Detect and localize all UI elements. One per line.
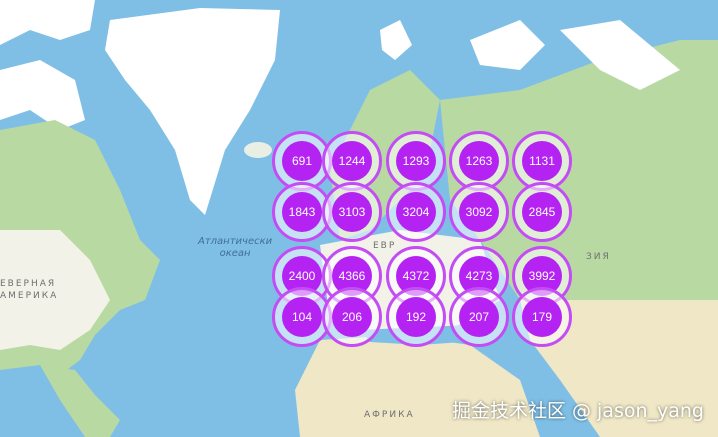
cluster-count: 3204 <box>396 192 436 232</box>
cluster-marker[interactable]: 3103 <box>322 182 382 242</box>
ocean-label-line-2: океан <box>219 248 251 259</box>
region-label-north-america-line-1: ЕВЕРНАЯ <box>0 279 57 289</box>
cluster-marker[interactable]: 2845 <box>512 182 572 242</box>
cluster-marker[interactable]: 179 <box>512 287 572 347</box>
cluster-count: 192 <box>396 297 436 337</box>
region-label-africa: АФРИКА <box>364 410 415 420</box>
region-label-europe: ЕВР <box>373 241 397 251</box>
cluster-count: 207 <box>459 297 499 337</box>
ocean-label-line-1: Атлантически <box>198 236 273 247</box>
cluster-marker[interactable]: 192 <box>386 287 446 347</box>
region-label-north-america: ЕВЕРНАЯ АМЕРИКА <box>0 278 58 302</box>
ocean-label: Атлантически океан <box>198 236 272 260</box>
cluster-count: 2845 <box>522 192 562 232</box>
cluster-marker[interactable]: 207 <box>449 287 509 347</box>
cluster-count: 3103 <box>332 192 372 232</box>
cluster-count: 1131 <box>522 141 562 181</box>
cluster-count: 1244 <box>332 141 372 181</box>
cluster-count: 104 <box>282 297 322 337</box>
cluster-count: 691 <box>282 141 322 181</box>
watermark: 掘金技术社区 @ jason_yang <box>451 400 704 422</box>
region-label-north-america-line-2: АМЕРИКА <box>0 291 59 301</box>
cluster-count: 179 <box>522 297 562 337</box>
cluster-marker[interactable]: 206 <box>322 287 382 347</box>
region-label-asia: ЗИЯ <box>586 252 611 262</box>
cluster-count: 3092 <box>459 192 499 232</box>
cluster-count: 206 <box>332 297 372 337</box>
cluster-count: 1293 <box>396 141 436 181</box>
cluster-count: 1263 <box>459 141 499 181</box>
cluster-marker[interactable]: 3092 <box>449 182 509 242</box>
cluster-marker[interactable]: 3204 <box>386 182 446 242</box>
map-viewport[interactable]: Атлантически океан ЕВЕРНАЯ АМЕРИКА ЕВР З… <box>0 0 718 437</box>
cluster-count: 1843 <box>282 192 322 232</box>
